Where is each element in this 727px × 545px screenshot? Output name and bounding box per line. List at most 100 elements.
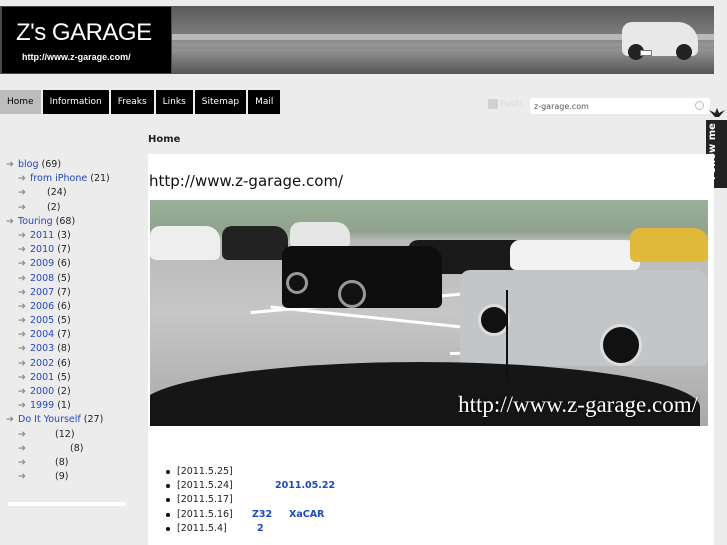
arrow-right-icon: ➔ (18, 173, 26, 185)
car-image (150, 226, 220, 260)
subcategory-count: (8) (55, 456, 69, 468)
subcategory-item[interactable]: ➔ (12) (6, 428, 132, 442)
arrow-right-icon: ➔ (18, 201, 26, 213)
subcategory-count: (9) (55, 471, 69, 483)
car-image (630, 228, 708, 262)
category-blog[interactable]: ➔ blog (69) (6, 158, 132, 172)
search-icon[interactable] (695, 101, 704, 110)
subcategory-label[interactable]: from iPhone (30, 173, 87, 184)
subcategory-item[interactable]: ➔ (8) (6, 456, 132, 470)
nav-information[interactable]: Information (42, 90, 109, 114)
subcategory-label[interactable]: 2001 (30, 372, 54, 383)
subcategory-label[interactable]: 2011 (30, 230, 54, 241)
nav-links[interactable]: Links (155, 90, 193, 114)
arrow-right-icon: ➔ (18, 229, 26, 241)
car-wheel (600, 324, 642, 366)
subcategory-item[interactable]: ➔ from iPhone (21) (6, 172, 132, 186)
site-title: Z's GARAGE (16, 19, 152, 46)
subcategory-label[interactable]: 2004 (30, 329, 54, 340)
news-link[interactable]: XaCAR (289, 508, 324, 522)
car-wheel (338, 280, 366, 308)
subcategory-count: (5) (57, 315, 71, 327)
news-date: [2011.5.17] (177, 494, 233, 506)
subcategory-label[interactable]: 2007 (30, 287, 54, 298)
subcategory-item[interactable]: ➔ 2008 (5) (6, 272, 132, 286)
nav-sitemap[interactable]: Sitemap (194, 90, 247, 114)
arrow-right-icon: ➔ (18, 315, 26, 327)
rss-icon (488, 99, 498, 109)
subcategory-count: (6) (57, 258, 71, 270)
license-plate (640, 50, 652, 56)
news-link[interactable]: 2 (257, 522, 264, 536)
subcategory-count: (2) (57, 386, 71, 397)
subcategory-count: (5) (57, 371, 71, 383)
subcategory-label[interactable]: 2000 (30, 386, 54, 397)
news-date: [2011.5.25] (177, 466, 233, 477)
subcategory-label[interactable]: 2006 (30, 301, 54, 312)
subcategory-item[interactable]: ➔ 2007 (7) (6, 286, 132, 300)
subcategory-label[interactable]: 1999 (30, 400, 54, 411)
search-input[interactable] (530, 98, 710, 114)
subcategory-count: (3) (57, 229, 71, 241)
subcategory-label[interactable]: 2009 (30, 258, 54, 269)
subcategory-count: (2) (47, 201, 61, 213)
subcategory-item[interactable]: ➔ 2004 (7) (6, 328, 132, 342)
arrow-right-icon: ➔ (18, 428, 26, 440)
category-count: (68) (55, 215, 76, 227)
banner-photo (172, 6, 714, 74)
subcategory-count: (24) (47, 187, 67, 199)
breadcrumb: Home (148, 134, 181, 145)
subcategory-item[interactable]: ➔ 2009 (6) (6, 257, 132, 271)
news-link[interactable]: Z32 (252, 508, 272, 522)
site-url: http://www.z-garage.com/ (22, 52, 131, 62)
site-logo[interactable]: Z's GARAGE http://www.z-garage.com/ (2, 7, 171, 73)
subcategory-label[interactable]: 2003 (30, 343, 54, 354)
arrow-right-icon: ➔ (6, 159, 14, 170)
subcategory-item[interactable]: ➔ (24) (6, 186, 132, 200)
category-touring[interactable]: ➔ Touring (68) (6, 215, 132, 229)
news-item: [2011.5.17] (166, 493, 233, 507)
subcategory-label[interactable]: 2008 (30, 273, 54, 284)
subcategory-count: (8) (57, 343, 71, 355)
nav-home[interactable]: Home (0, 90, 41, 114)
hero-caption: http://www.z-garage.com/ (458, 392, 698, 417)
subcategory-label[interactable]: 2010 (30, 244, 54, 255)
subcategory-item[interactable]: ➔ 2000 (2) (6, 385, 132, 399)
subcategory-label[interactable]: 2005 (30, 315, 54, 326)
subcategory-count: (12) (55, 428, 75, 440)
subcategory-item[interactable]: ➔ 2011 (3) (6, 229, 132, 243)
subcategory-item[interactable]: ➔ 2010 (7) (6, 243, 132, 257)
arrow-right-icon: ➔ (18, 442, 26, 454)
rss-link[interactable]: Posts (488, 99, 524, 110)
arrow-right-icon: ➔ (18, 471, 26, 483)
subcategory-item[interactable]: ➔ 2005 (5) (6, 314, 132, 328)
category-label[interactable]: blog (18, 159, 39, 170)
arrow-right-icon: ➔ (18, 357, 26, 369)
subcategory-count: (7) (57, 329, 71, 341)
news-link[interactable]: 2011.05.22 (275, 479, 335, 493)
subcategory-item[interactable]: ➔ 2002 (6) (6, 357, 132, 371)
subcategory-item[interactable]: ➔ 1999 (1) (6, 399, 132, 413)
arrow-right-icon: ➔ (18, 187, 26, 199)
header-banner: Z's GARAGE http://www.z-garage.com/ (0, 6, 714, 74)
nav-freaks[interactable]: Freaks (110, 90, 154, 114)
arrow-right-icon: ➔ (18, 244, 26, 256)
subcategory-count: (6) (57, 300, 71, 312)
news-date: [2011.5.24] (177, 480, 233, 492)
category-diy[interactable]: ➔ Do It Yourself (27) (6, 413, 132, 427)
subcategory-item[interactable]: ➔ 2001 (5) (6, 371, 132, 385)
subcategory-count: (7) (57, 244, 71, 256)
nav-mail[interactable]: Mail (248, 90, 281, 114)
car-wheel (676, 44, 692, 60)
subcategory-item[interactable]: ➔ (8) (6, 442, 132, 456)
category-label[interactable]: Do It Yourself (18, 414, 81, 425)
subcategory-item[interactable]: ➔ 2006 (6) (6, 300, 132, 314)
arrow-right-icon: ➔ (18, 258, 26, 270)
subcategory-item[interactable]: ➔ (9) (6, 470, 132, 484)
category-label[interactable]: Touring (18, 216, 53, 227)
subcategory-item[interactable]: ➔ 2003 (8) (6, 342, 132, 356)
subcategory-label[interactable]: 2002 (30, 358, 54, 369)
arrow-right-icon: ➔ (6, 215, 14, 227)
arrow-right-icon: ➔ (18, 456, 26, 468)
subcategory-item[interactable]: ➔ (2) (6, 201, 132, 215)
